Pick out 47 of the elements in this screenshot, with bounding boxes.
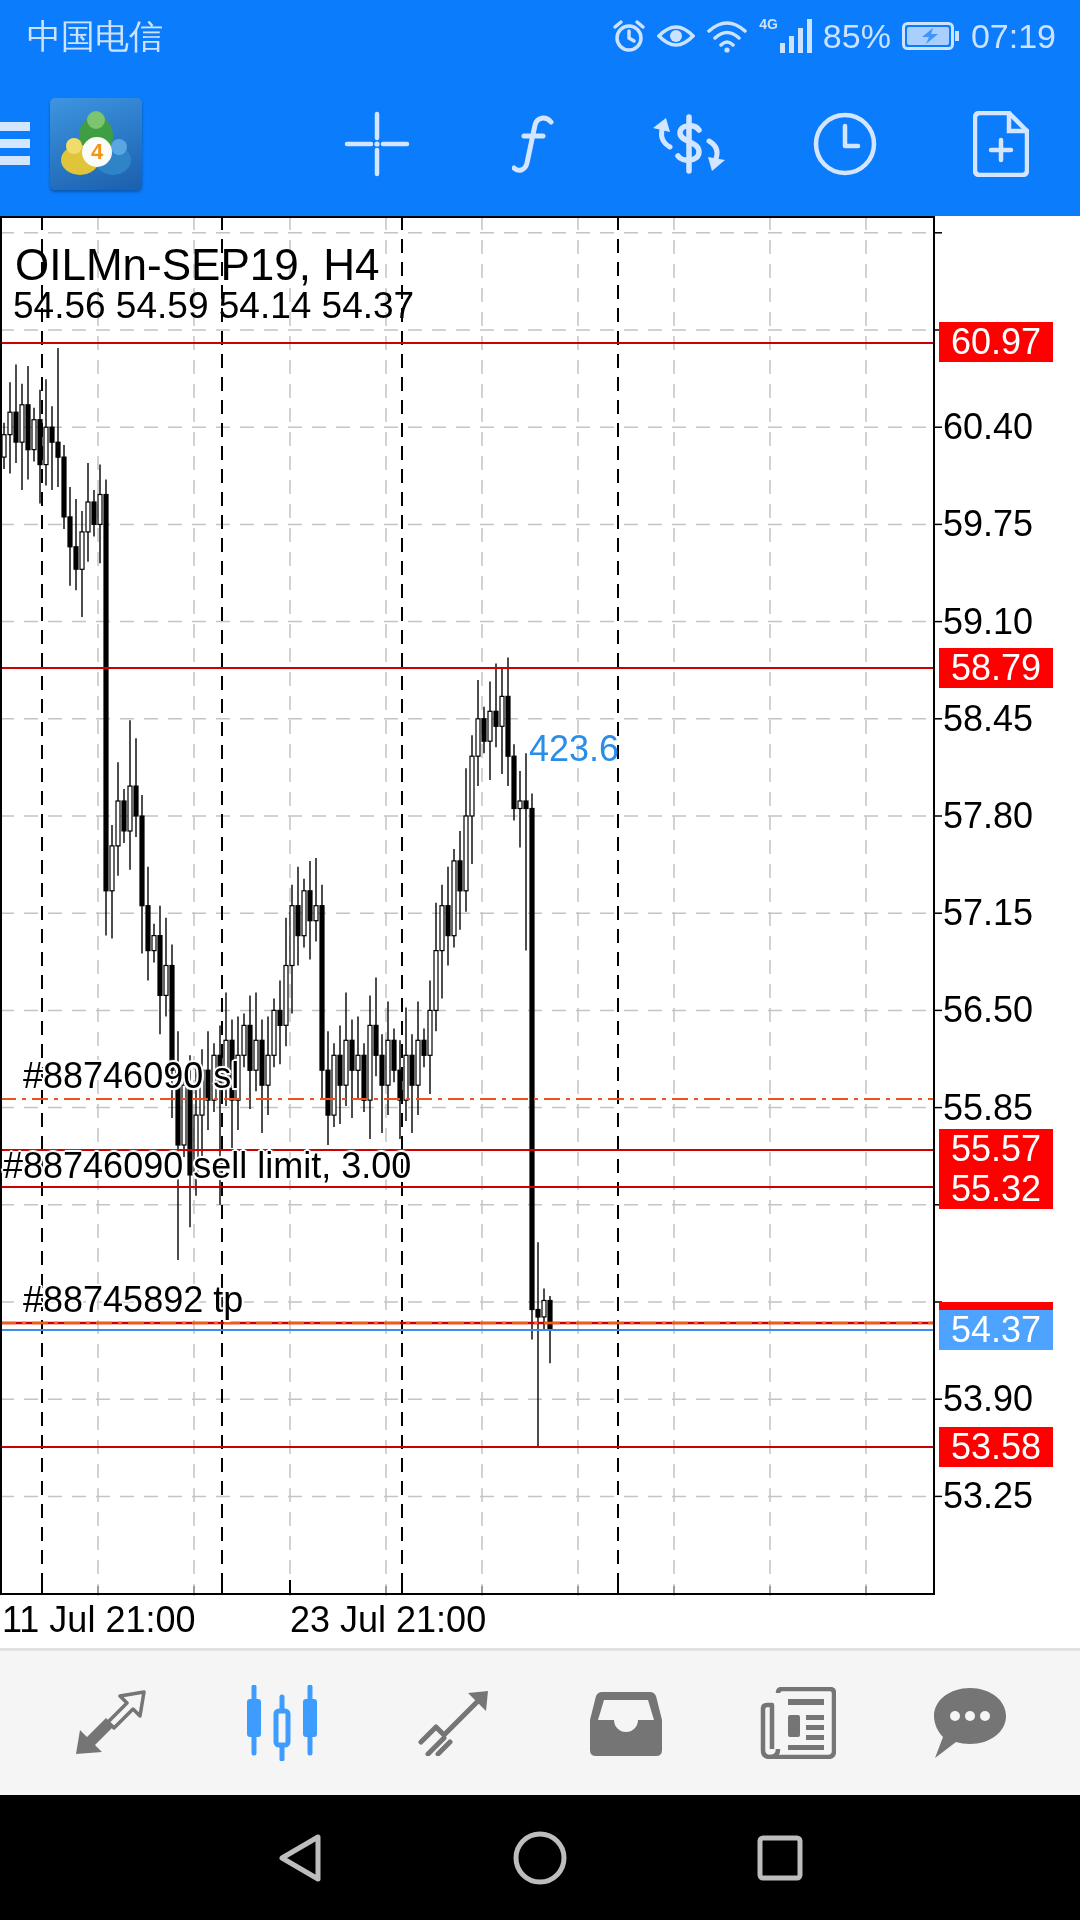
network-type: 4G: [759, 17, 778, 31]
price-scale-label: 57.15: [943, 893, 1034, 934]
order-label: #88745892 tp: [23, 1282, 244, 1318]
time-scale-label: 11 Jul 21:00: [2, 1602, 196, 1638]
price-tag: 55.32: [939, 1169, 1053, 1209]
recents-square-icon: [757, 1834, 803, 1881]
menu-icon: [0, 122, 30, 166]
rising-arrow-icon: [418, 1690, 490, 1756]
home-circle-icon: [513, 1830, 567, 1885]
clock-icon: [812, 111, 878, 177]
price-scale-label: 60.40: [943, 407, 1034, 448]
signal-icon: [779, 19, 812, 53]
price-tag: 60.97: [939, 322, 1053, 362]
price-scale-label: 55.85: [943, 1087, 1034, 1128]
diagonal-arrows-icon: [74, 1690, 146, 1756]
newspaper-icon: [760, 1687, 836, 1759]
price-scale-label: 57.80: [943, 796, 1034, 836]
price-scale-label: 53.25: [943, 1476, 1034, 1517]
ohlc-values: 54.56 54.59 54.14 54.37: [13, 287, 415, 324]
tray-icon: [590, 1690, 662, 1756]
crosshair-icon: [344, 111, 410, 177]
price-tag: 58.79: [939, 648, 1053, 688]
wifi-icon: [706, 19, 749, 53]
italic-f-icon: [512, 115, 554, 173]
price-scale-label: 53.90: [943, 1379, 1034, 1420]
battery-percent: 85%: [822, 19, 891, 53]
price-tag: 53.58: [939, 1427, 1053, 1467]
time-scale-label: 23 Jul 21:00: [290, 1602, 487, 1638]
clock-time: 07:19: [970, 19, 1056, 53]
chart-annotation: 423.6: [529, 731, 620, 767]
price-scale-label: 58.45: [943, 698, 1034, 739]
battery-icon: [901, 22, 960, 50]
alarm-clock-icon: [612, 19, 647, 53]
price-scale-label: 59.75: [943, 504, 1034, 545]
chat-bubble-icon: [933, 1686, 1007, 1760]
price-tag: 54.37: [939, 1310, 1053, 1350]
document-plus-icon: [973, 111, 1029, 177]
candlestick-icon: [245, 1685, 319, 1761]
price-scale-label: 56.50: [943, 990, 1034, 1031]
logo-number: 4: [89, 140, 105, 164]
eye-icon: [657, 22, 696, 50]
chart-symbol: OILMn-SEP19, H4: [15, 243, 381, 287]
app-logo-button[interactable]: 4: [50, 98, 142, 190]
price-tag: 55.57: [939, 1129, 1053, 1169]
back-triangle-icon: [278, 1832, 322, 1883]
carrier-name: 中国电信: [27, 19, 163, 53]
price-scale-label: 59.10: [943, 601, 1034, 642]
